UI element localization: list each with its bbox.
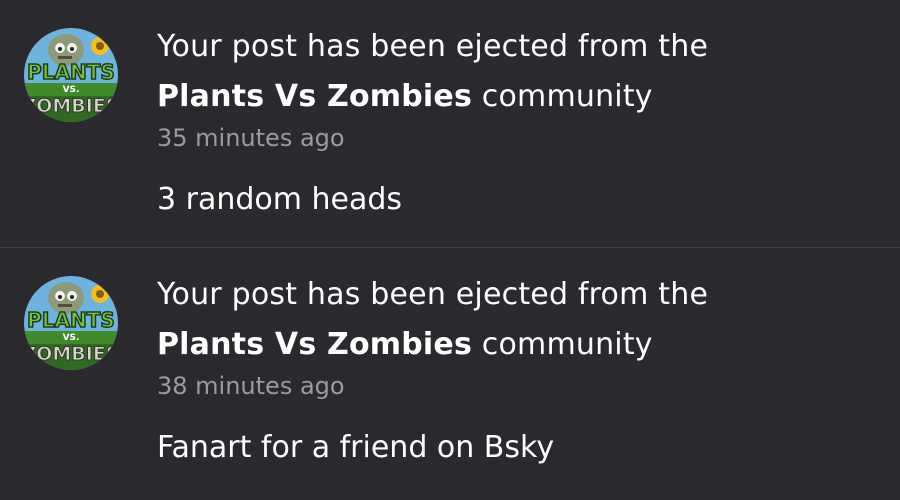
notification-feed: PLANTS VS. ZOMBIES Your post has been ej… [0,0,900,500]
plants-vs-zombies-logo-icon: PLANTS VS. ZOMBIES [24,276,118,370]
logo-text-zombies: ZOMBIES [24,95,118,117]
notification-timestamp: 38 minutes ago [157,372,345,400]
post-title-link[interactable]: Fanart for a friend on Bsky [157,428,877,468]
notification-message: Your post has been ejected from the Plan… [157,270,877,370]
plants-vs-zombies-logo-icon: PLANTS VS. ZOMBIES [24,28,118,122]
community-name-link[interactable]: Plants Vs Zombies [157,79,472,114]
notification-content: Your post has been ejected from the Plan… [157,22,877,220]
logo-text-plants: PLANTS [27,60,115,84]
notification-content: Your post has been ejected from the Plan… [157,270,877,468]
notification-item[interactable]: PLANTS VS. ZOMBIES Your post has been ej… [0,0,900,247]
logo-text-vs: VS. [63,333,80,343]
logo-text-zombies: ZOMBIES [24,343,118,365]
community-avatar[interactable]: PLANTS VS. ZOMBIES [24,28,118,122]
logo-text-plants: PLANTS [27,308,115,332]
community-avatar[interactable]: PLANTS VS. ZOMBIES [24,276,118,370]
message-suffix: community [481,327,653,362]
notification-timestamp: 35 minutes ago [157,124,345,152]
post-title-link[interactable]: 3 random heads [157,180,877,220]
message-prefix: Your post has been ejected from the [157,29,709,64]
notification-message: Your post has been ejected from the Plan… [157,22,877,122]
message-suffix: community [481,79,653,114]
community-name-link[interactable]: Plants Vs Zombies [157,327,472,362]
logo-text-vs: VS. [63,85,80,95]
notification-item[interactable]: PLANTS VS. ZOMBIES Your post has been ej… [0,247,900,494]
message-prefix: Your post has been ejected from the [157,277,709,312]
